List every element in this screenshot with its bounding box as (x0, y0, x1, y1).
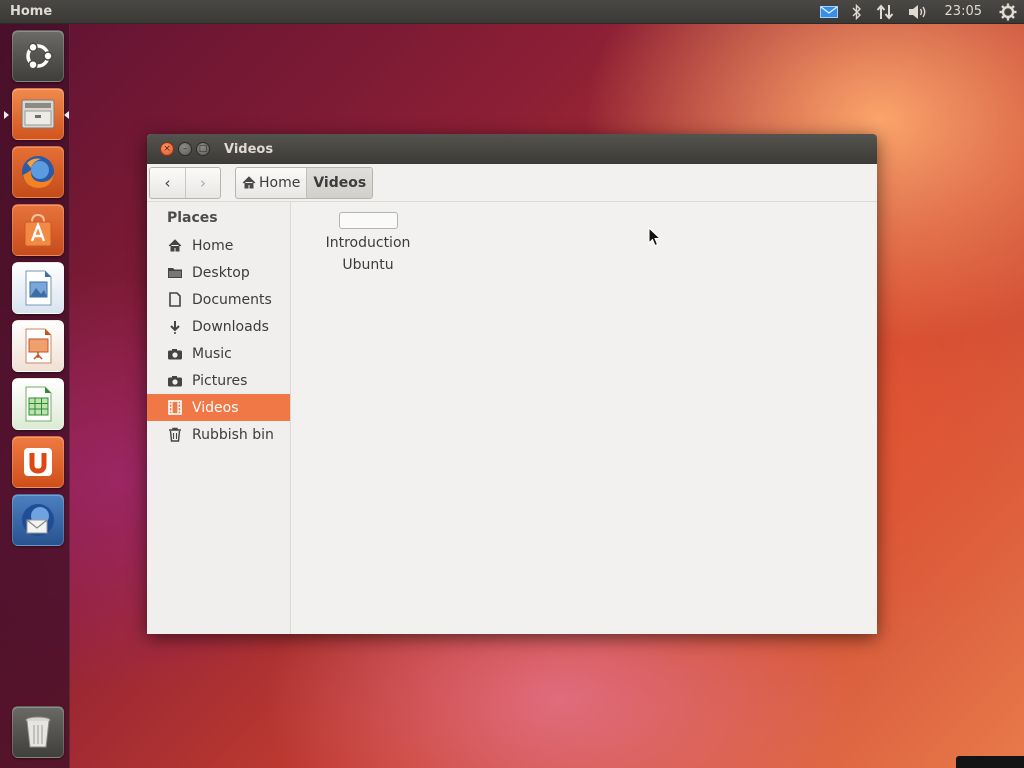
file-cabinet-icon (21, 99, 55, 129)
ubuntu-logo-icon (26, 42, 53, 70)
draw-launcher-button[interactable] (12, 262, 64, 314)
top-panel: Home 23:05 (0, 0, 1024, 24)
sidebar-item-rubbish-bin[interactable]: Rubbish bin (147, 421, 290, 448)
thunderbird-launcher-button[interactable] (12, 494, 64, 546)
sidebar-item-documents[interactable]: Documents (147, 286, 290, 313)
film-icon (167, 400, 183, 416)
session-gear-icon[interactable] (992, 0, 1024, 24)
window-minimize-button[interactable]: – (178, 142, 192, 156)
window-titlebar[interactable]: × – □ Videos (147, 134, 877, 164)
places-heading: Places (167, 210, 218, 226)
calc-launcher-button[interactable] (12, 378, 64, 430)
sidebar-item-label: Home (192, 237, 234, 254)
window-close-button[interactable]: × (160, 142, 174, 156)
files-window: × – □ Videos ‹ › Home Videos Places Home (147, 134, 877, 634)
sidebar-item-music[interactable]: Music (147, 340, 290, 367)
libreoffice-impress-icon (25, 328, 52, 364)
home-icon (167, 238, 183, 254)
download-icon (167, 319, 183, 335)
sidebar-item-label: Desktop (192, 264, 250, 281)
breadcrumb: Home Videos (235, 166, 374, 199)
music-icon (167, 346, 183, 362)
window-maximize-button[interactable]: □ (196, 142, 210, 156)
video-thumbnail (338, 212, 398, 229)
screen-corner-overlay (956, 756, 1024, 768)
back-button[interactable]: ‹ (150, 168, 185, 198)
sidebar-item-label: Pictures (192, 372, 248, 389)
mail-icon[interactable] (813, 0, 845, 24)
home-icon (242, 176, 256, 189)
breadcrumb-videos-label: Videos (313, 174, 367, 191)
thunderbird-icon (22, 504, 54, 536)
network-icon[interactable] (869, 0, 901, 24)
libreoffice-calc-icon (25, 386, 52, 422)
document-icon (167, 292, 183, 308)
places-sidebar: Places Home Desktop Documents Downloads … (147, 202, 291, 634)
clock[interactable]: 23:05 (935, 4, 992, 19)
camera-icon (167, 373, 183, 389)
sidebar-item-pictures[interactable]: Pictures (147, 367, 290, 394)
trash-icon (167, 427, 183, 443)
file-name: Introduction Ubuntu (321, 232, 415, 276)
software-centre-icon (24, 213, 52, 247)
dash-home-button[interactable] (12, 30, 64, 82)
sidebar-item-label: Downloads (192, 318, 269, 335)
sidebar-item-downloads[interactable]: Downloads (147, 313, 290, 340)
mouse-cursor-icon (648, 226, 662, 251)
sidebar-item-label: Videos (192, 399, 239, 416)
bluetooth-icon[interactable] (845, 0, 869, 24)
libreoffice-draw-icon (25, 270, 52, 306)
breadcrumb-home[interactable]: Home (236, 168, 306, 198)
firefox-launcher-button[interactable] (12, 146, 64, 198)
file-view[interactable]: Introduction Ubuntu (291, 202, 877, 634)
software-centre-launcher-button[interactable] (12, 204, 64, 256)
sidebar-item-label: Documents (192, 291, 272, 308)
rubbish-bin-launcher-button[interactable] (12, 706, 64, 758)
indicator-area: 23:05 (813, 0, 1024, 24)
impress-launcher-button[interactable] (12, 320, 64, 372)
toolbar: ‹ › Home Videos (147, 164, 877, 202)
breadcrumb-videos[interactable]: Videos (306, 167, 373, 198)
file-item[interactable]: Introduction Ubuntu (321, 212, 415, 276)
sidebar-item-label: Rubbish bin (192, 426, 274, 443)
trash-icon (25, 716, 51, 748)
file-name-line: Ubuntu (342, 257, 394, 273)
back-arrow-icon: ‹ (164, 173, 171, 192)
sidebar-item-home[interactable]: Home (147, 232, 290, 259)
ubuntu-one-launcher-button[interactable] (12, 436, 64, 488)
sidebar-item-label: Music (192, 345, 232, 362)
window-title: Videos (224, 141, 274, 157)
files-launcher-button[interactable] (12, 88, 64, 140)
file-name-line: Introduction (325, 235, 411, 251)
launcher (0, 24, 70, 768)
sidebar-item-videos[interactable]: Videos (147, 394, 290, 421)
running-indicator (4, 111, 9, 119)
forward-button[interactable]: › (185, 167, 220, 198)
sidebar-item-desktop[interactable]: Desktop (147, 259, 290, 286)
active-app-title: Home (10, 4, 53, 19)
focused-indicator (64, 111, 69, 119)
window-content: Places Home Desktop Documents Downloads … (147, 202, 877, 634)
forward-arrow-icon: › (200, 173, 206, 192)
firefox-icon (22, 156, 54, 188)
ubuntu-one-icon (24, 448, 52, 476)
history-buttons: ‹ › (149, 166, 221, 199)
volume-icon[interactable] (901, 0, 935, 24)
breadcrumb-home-label: Home (259, 174, 301, 191)
desktop-folder-icon (167, 265, 183, 281)
